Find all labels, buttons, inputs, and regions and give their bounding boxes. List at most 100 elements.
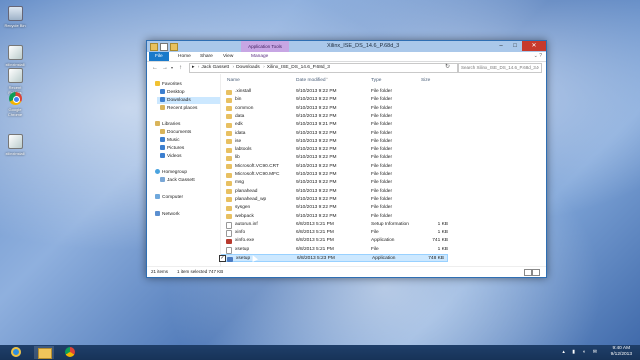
recent-locations-icon[interactable]: ▾ [171, 64, 173, 72]
folder-icon: ▸ [192, 65, 195, 70]
table-row[interactable]: idata 9/10/2013 9:22 PM File folder [221, 130, 451, 138]
table-row[interactable]: bin 9/10/2013 9:22 PM File folder [221, 96, 451, 104]
up-icon[interactable]: ↑ [179, 64, 182, 72]
refresh-icon[interactable]: ↻ [445, 63, 450, 70]
tab-share[interactable]: Share [197, 52, 216, 61]
table-row[interactable]: msg 9/10/2013 9:22 PM File folder [221, 179, 451, 187]
search-placeholder: Search Xilinx_ISE_DS_14.6_P.68d_3 [461, 65, 536, 70]
folder-icon[interactable] [150, 43, 158, 51]
search-input[interactable]: Search Xilinx_ISE_DS_14.6_P.68d_3 ⌕ [458, 63, 542, 73]
desktop-icon-xilinxinstall-2[interactable]: xilinxinstall [2, 134, 28, 156]
address-bar[interactable]: ▸ › Jack Gassett › Downloads › Xilinx_ISE_D… [189, 63, 458, 73]
desktop-icon-recycle-bin[interactable]: Recycle Bin [2, 6, 28, 28]
table-row[interactable]: data 9/10/2013 9:22 PM File folder [221, 113, 451, 121]
breadcrumb-current[interactable]: Xilinx_ISE_DS_14.6_P.68d_3 [267, 65, 330, 70]
nav-pictures[interactable]: Pictures [160, 145, 184, 152]
new-folder-icon[interactable] [170, 43, 178, 51]
column-name[interactable]: Name [227, 77, 240, 85]
table-row[interactable]: Microsoft.VC90.MFC 9/10/2013 9:22 PM File … [221, 171, 451, 179]
system-tray[interactable]: ▴ ▮ ◖ ✉ [562, 349, 600, 355]
desktop-icon-chrome[interactable]: Google Chrome [2, 92, 28, 117]
table-row[interactable]: .xinstall 9/10/2013 9:22 PM File folder [221, 88, 451, 96]
file-icon [7, 134, 23, 149]
taskbar-chrome[interactable] [60, 346, 80, 359]
minimize-button[interactable]: – [494, 41, 508, 51]
table-row[interactable]: sysgen 9/10/2013 9:22 PM File folder [221, 204, 451, 212]
nav-user[interactable]: Jack Gassett [160, 177, 195, 184]
table-row[interactable]: Microsoft.VC90.CRT 9/10/2013 9:22 PM File … [221, 163, 451, 171]
folder-icon [226, 147, 232, 153]
desktop-icon-recent-folders[interactable]: Recent Folders [2, 68, 28, 95]
tab-file[interactable]: File [149, 52, 169, 61]
column-date-modified[interactable]: Date modified [296, 77, 326, 85]
column-size[interactable]: Size [421, 77, 430, 85]
table-row[interactable]: planahead 9/10/2013 9:22 PM File folder [221, 188, 451, 196]
table-row[interactable]: xinfo 6/8/2013 5:21 PM File 1 KB [221, 229, 451, 238]
folder-icon [226, 155, 232, 161]
nav-music[interactable]: Music [160, 137, 180, 144]
forward-icon[interactable]: → [162, 64, 168, 72]
table-row[interactable]: xinfo.exe 6/8/2013 5:21 PM Application 741 … [221, 237, 451, 245]
user-icon [160, 177, 165, 182]
chrome-icon [65, 347, 75, 357]
taskbar-clock[interactable]: 9:40 AM 9/12/2013 [611, 346, 632, 358]
table-row[interactable]: webpack 9/10/2013 9:22 PM File folder [221, 213, 451, 221]
row-checkbox[interactable]: ✓ [219, 255, 226, 262]
nav-libraries[interactable]: Libraries [155, 121, 180, 128]
table-row[interactable]: ise 9/10/2013 9:22 PM File folder [221, 138, 451, 146]
nav-desktop[interactable]: Desktop [160, 89, 185, 96]
file-date: 9/10/2013 9:22 PM [296, 196, 337, 202]
nav-recent-places[interactable]: Recent places [160, 105, 197, 112]
file-size: 1 KB [437, 221, 448, 227]
file-name: msg [235, 180, 245, 186]
nav-network[interactable]: Network [155, 211, 180, 218]
downloads-icon [160, 97, 165, 102]
close-button[interactable]: ✕ [522, 41, 546, 51]
table-row-selected[interactable]: ✓ xsetup 6/8/2013 5:23 PM Application 748 KB [219, 254, 448, 262]
desktop-icon-xilinxinstall[interactable]: xilinxinstall [2, 45, 28, 67]
file-name: webpack [235, 213, 254, 219]
properties-icon[interactable] [160, 43, 168, 51]
details-view-icon[interactable] [524, 269, 532, 276]
nav-videos[interactable]: Videos [160, 153, 182, 160]
file-date: 6/8/2013 5:21 PM [296, 221, 334, 227]
title-bar[interactable]: Application Tools Xilinx_ISE_DS_14.6_P.6… [147, 41, 546, 52]
file-type: File folder [371, 155, 393, 161]
nav-favorites[interactable]: Favorites [155, 81, 182, 88]
table-row[interactable]: autorun.inf 6/8/2013 5:21 PM Setup Informa… [221, 221, 451, 229]
taskbar-file-explorer[interactable] [34, 346, 54, 359]
file-icon [226, 221, 232, 229]
table-row[interactable]: labtools 9/10/2013 9:22 PM File folder [221, 146, 451, 154]
nav-computer[interactable]: Computer [155, 194, 183, 201]
table-row[interactable]: common 9/10/2013 9:22 PM File folder [221, 105, 451, 113]
nav-documents[interactable]: Documents [160, 129, 191, 136]
folder-icon [226, 131, 232, 136]
tab-home[interactable]: Home [175, 52, 194, 61]
computer-icon [155, 194, 160, 199]
back-icon[interactable]: ← [152, 64, 158, 72]
table-row[interactable]: edk 9/10/2013 9:21 PM File folder [221, 121, 451, 129]
file-type: File folder [371, 122, 393, 128]
tab-manage[interactable]: Manage [248, 52, 271, 61]
expand-ribbon-icon[interactable]: ⌄ ? [534, 53, 542, 59]
maximize-button[interactable]: □ [508, 41, 522, 51]
file-icon [7, 45, 23, 60]
taskbar-internet-explorer[interactable] [6, 346, 26, 359]
nav-label: Computer [162, 195, 184, 200]
large-icons-view-icon[interactable] [532, 269, 540, 276]
breadcrumb-downloads[interactable]: Downloads [236, 65, 260, 70]
file-date: 6/8/2013 5:23 PM [297, 256, 335, 261]
table-row[interactable]: xsetup 6/8/2013 5:21 PM File 1 KB [221, 246, 451, 254]
table-row[interactable]: lib 9/10/2013 9:22 PM File folder [221, 154, 451, 162]
breadcrumb-user[interactable]: Jack Gassett [201, 65, 229, 70]
column-type[interactable]: Type [371, 77, 381, 85]
ribbon-tabs: File Home Share View Manage ⌄ ? [147, 52, 546, 62]
nav-label: Jack Gassett [167, 178, 195, 183]
window-controls: – □ ✕ [494, 41, 546, 51]
tab-view[interactable]: View [220, 52, 236, 61]
file-size: 748 KB [428, 256, 444, 261]
nav-downloads[interactable]: Downloads [157, 97, 220, 104]
table-row[interactable]: planahead_wp 9/10/2013 9:22 PM File folder [221, 196, 451, 204]
column-headers: ^ Name Date modified Type Size [221, 76, 546, 85]
nav-homegroup[interactable]: Homegroup [155, 169, 187, 176]
